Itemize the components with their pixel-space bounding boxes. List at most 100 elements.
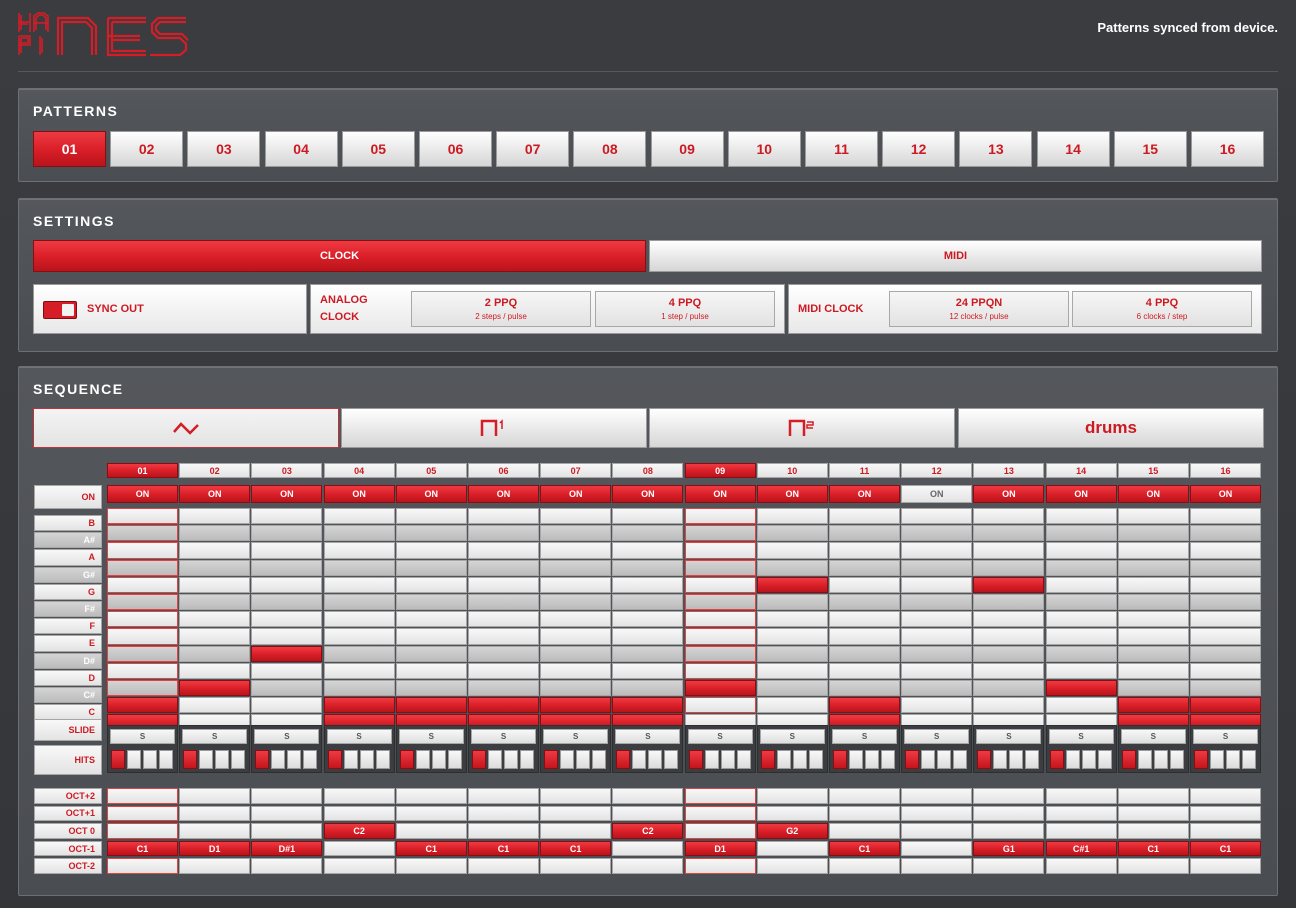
octave-cell[interactable] [107,805,178,822]
step-header-11[interactable]: 11 [829,463,900,478]
note-cell[interactable] [540,697,612,714]
hit-toggle[interactable] [504,750,518,769]
hit-toggle[interactable] [199,750,214,769]
octave-cell[interactable] [1045,823,1117,839]
note-cell[interactable] [107,645,178,662]
hit-toggle[interactable] [359,750,374,769]
note-cell[interactable] [829,628,900,645]
pattern-button-02[interactable]: 02 [110,131,184,167]
hit-toggle[interactable] [1169,750,1184,769]
octave-cell[interactable] [395,858,467,874]
step-on-toggle[interactable]: ON [973,485,1045,503]
octave-cell[interactable] [1190,858,1261,874]
octave-cell[interactable] [251,788,323,804]
note-cell[interactable] [829,697,900,714]
note-cell[interactable] [756,508,828,525]
step-header-08[interactable]: 08 [612,463,684,478]
note-cell[interactable] [395,525,467,542]
octave-cell[interactable] [612,788,684,804]
pattern-button-03[interactable]: 03 [187,131,261,167]
pattern-button-06[interactable]: 06 [419,131,492,167]
note-cell[interactable] [107,542,178,559]
step-on-toggle[interactable]: ON [612,485,684,503]
step-on-toggle[interactable]: ON [251,485,323,503]
octave-cell[interactable] [973,858,1045,874]
note-cell[interactable] [1045,611,1117,628]
tab-clock[interactable]: CLOCK [33,240,646,272]
note-cell[interactable] [179,662,251,679]
octave-cell[interactable] [756,858,828,874]
octave-cell[interactable]: G1 [973,840,1045,857]
hit-toggle[interactable] [1137,750,1152,769]
note-cell[interactable] [684,594,756,611]
note-cell[interactable] [1045,594,1117,611]
note-cell[interactable] [901,576,973,593]
note-cell[interactable] [395,611,467,628]
octave-cell[interactable]: D1 [179,840,251,857]
note-cell[interactable] [468,662,539,679]
octave-cell[interactable] [1190,805,1261,822]
midi-4ppq-button[interactable]: 4 PPQ 6 clocks / step [1072,291,1252,327]
octave-cell[interactable] [540,823,612,839]
note-cell[interactable] [1190,645,1261,662]
note-cell[interactable] [251,680,323,697]
note-cell[interactable] [1117,680,1189,697]
note-cell[interactable] [901,697,973,714]
octave-cell[interactable] [395,788,467,804]
note-cell[interactable] [1045,680,1117,697]
note-cell[interactable] [107,508,178,525]
octave-cell[interactable] [829,805,900,822]
pattern-button-11[interactable]: 11 [805,131,878,167]
hit-toggle[interactable] [520,750,534,769]
note-cell[interactable] [251,594,323,611]
octave-cell[interactable]: C1 [1117,840,1189,857]
hit-toggle[interactable] [1121,750,1136,769]
slide-button[interactable]: S [471,729,536,744]
note-cell[interactable] [107,628,178,645]
step-on-toggle[interactable]: ON [107,485,178,503]
octave-cell[interactable] [901,840,973,857]
note-cell[interactable] [612,645,684,662]
note-cell[interactable] [901,680,973,697]
note-cell[interactable] [901,645,973,662]
note-cell[interactable] [1190,594,1261,611]
note-cell[interactable] [829,645,900,662]
octave-cell[interactable] [829,823,900,839]
octave-cell[interactable] [107,858,178,874]
hit-toggle[interactable] [472,750,486,769]
octave-cell[interactable] [973,805,1045,822]
octave-cell[interactable] [323,858,395,874]
note-cell[interactable] [973,645,1045,662]
pattern-button-12[interactable]: 12 [882,131,956,167]
note-cell[interactable] [829,576,900,593]
note-cell[interactable] [323,576,395,593]
tab-midi[interactable]: MIDI [649,240,1262,272]
note-cell[interactable] [829,594,900,611]
octave-cell[interactable] [1190,788,1261,804]
note-cell[interactable] [251,559,323,576]
step-header-09[interactable]: 09 [684,463,756,478]
note-cell[interactable] [323,662,395,679]
octave-cell[interactable]: C1 [468,840,539,857]
note-cell[interactable] [395,645,467,662]
hit-toggle[interactable] [648,750,663,769]
pattern-button-14[interactable]: 14 [1036,131,1110,167]
octave-cell[interactable] [901,858,973,874]
hit-toggle[interactable] [736,750,751,769]
octave-cell[interactable]: C1 [107,840,178,857]
step-on-toggle[interactable]: ON [1190,485,1261,503]
tab-triangle-channel[interactable] [33,408,339,448]
note-cell[interactable] [1117,594,1189,611]
hit-toggle[interactable] [1097,750,1112,769]
octave-cell[interactable]: C1 [829,840,900,857]
octave-cell[interactable] [468,805,539,822]
note-cell[interactable] [1117,576,1189,593]
note-cell[interactable] [107,525,178,542]
octave-cell[interactable] [540,788,612,804]
note-cell[interactable] [684,525,756,542]
note-cell[interactable] [107,611,178,628]
note-cell[interactable] [468,542,539,559]
step-header-12[interactable]: 12 [901,463,973,478]
note-cell[interactable] [1190,662,1261,679]
slide-button[interactable]: S [615,729,681,744]
